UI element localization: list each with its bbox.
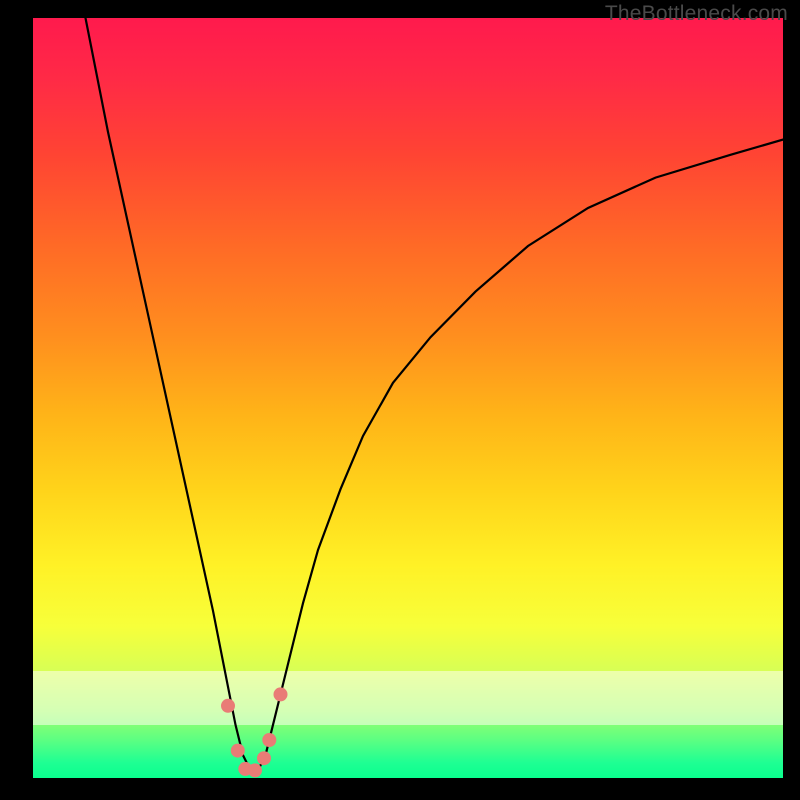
curve-dot bbox=[231, 744, 245, 758]
curve-dot bbox=[257, 751, 271, 765]
curve-dot bbox=[274, 687, 288, 701]
curve-dot bbox=[221, 699, 235, 713]
curve-dot bbox=[248, 763, 262, 777]
watermark-text: TheBottleneck.com bbox=[605, 2, 788, 26]
curve-layer bbox=[33, 18, 783, 778]
chart-frame: TheBottleneck.com bbox=[0, 0, 800, 800]
curve-dot bbox=[262, 733, 276, 747]
curve-dots bbox=[221, 687, 288, 777]
bottleneck-curve bbox=[86, 18, 784, 770]
